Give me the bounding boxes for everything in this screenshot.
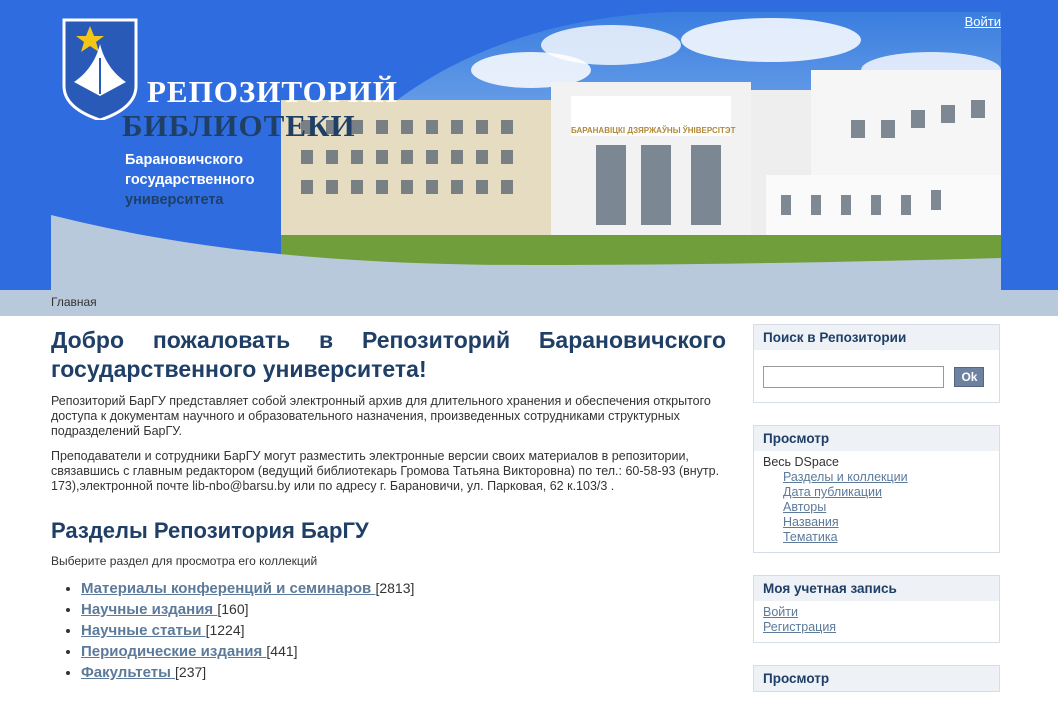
building-sign: БАРАНАВІЦКІ ДЗЯРЖАЎНЫ ЎНІВЕРСІТЭТ xyxy=(571,126,736,135)
browse-box-title: Просмотр xyxy=(754,426,999,451)
section-link[interactable]: Научные издания xyxy=(81,601,217,618)
sidebar: Поиск в Репозитории Ok Просмотр Весь DSp… xyxy=(753,324,1000,714)
search-ok-button[interactable]: Ok xyxy=(954,367,985,387)
header: БАРАНАВІЦКІ ДЗЯРЖАЎНЫ ЎНІВЕРСІТЭТ РЕПОЗИ… xyxy=(0,0,1058,290)
logo-subtitle-line2: государственного xyxy=(125,172,255,188)
section-count: [441] xyxy=(266,643,298,659)
search-input[interactable] xyxy=(763,366,944,388)
account-register-link[interactable]: Регистрация xyxy=(763,620,836,634)
browse-link-date[interactable]: Дата публикации xyxy=(783,485,882,499)
banner: БАРАНАВІЦКІ ДЗЯРЖАЎНЫ ЎНІВЕРСІТЭТ РЕПОЗИ… xyxy=(51,0,1001,290)
browse-scope: Весь DSpace xyxy=(763,455,839,469)
section-link[interactable]: Материалы конференций и семинаров xyxy=(81,580,375,597)
list-item: Периодические издания [441] xyxy=(81,641,726,662)
list-item: Научные издания [160] xyxy=(81,599,726,620)
list-item: Материалы конференций и семинаров [2813] xyxy=(81,578,726,599)
breadcrumb-bar: Главная xyxy=(0,290,1058,316)
breadcrumb-home[interactable]: Главная xyxy=(51,295,97,309)
browse-box-2: Просмотр xyxy=(753,665,1000,692)
sections-title: Разделы Репозитория БарГУ xyxy=(51,518,369,543)
section-count: [237] xyxy=(175,664,207,680)
section-link[interactable]: Научные статьи xyxy=(81,622,206,639)
logo-subtitle-line3: университета xyxy=(125,192,224,208)
sections-hint: Выберите раздел для просмотра его коллек… xyxy=(51,554,318,568)
account-box-title: Моя учетная запись xyxy=(754,576,999,601)
banner-image: БАРАНАВІЦКІ ДЗЯРЖАЎНЫ ЎНІВЕРСІТЭТ xyxy=(51,0,1001,290)
section-count: [2813] xyxy=(375,580,415,596)
page-title: Добро пожаловать в Репозиторий Баранович… xyxy=(51,327,726,382)
section-count: [1224] xyxy=(205,622,245,638)
browse-link-authors[interactable]: Авторы xyxy=(783,500,826,514)
main-content: Добро пожаловать в Репозиторий Баранович… xyxy=(51,316,726,683)
sections-list: Материалы конференций и семинаров [2813]… xyxy=(51,578,726,683)
section-count: [160] xyxy=(217,601,249,617)
browse-link-subjects[interactable]: Тематика xyxy=(783,530,838,544)
list-item: Научные статьи [1224] xyxy=(81,620,726,641)
browse-link-titles[interactable]: Названия xyxy=(783,515,839,529)
list-item: Факультеты [237] xyxy=(81,662,726,683)
intro-paragraph: Репозиторий БарГУ представляет собой эле… xyxy=(51,394,711,438)
browse-box: Просмотр Весь DSpace Разделы и коллекции… xyxy=(753,425,1000,553)
account-box: Моя учетная запись Войти Регистрация xyxy=(753,575,1000,643)
search-box-title: Поиск в Репозитории xyxy=(754,325,999,350)
shield-icon xyxy=(62,18,138,122)
logo-title-line1: РЕПОЗИТОРИЙ xyxy=(147,74,398,109)
account-login-link[interactable]: Войти xyxy=(763,605,798,619)
section-link[interactable]: Факультеты xyxy=(81,664,175,681)
login-link[interactable]: Войти xyxy=(965,14,1001,29)
contact-paragraph: Преподаватели и сотрудники БарГУ могут р… xyxy=(51,449,720,493)
section-link[interactable]: Периодические издания xyxy=(81,643,266,660)
browse-box-2-title: Просмотр xyxy=(754,666,999,691)
logo-title-line2: БИБЛИОТЕКИ xyxy=(122,108,356,143)
browse-link-communities[interactable]: Разделы и коллекции xyxy=(783,470,908,484)
logo-subtitle-line1: Барановичского xyxy=(125,152,243,168)
search-box: Поиск в Репозитории Ok xyxy=(753,324,1000,403)
